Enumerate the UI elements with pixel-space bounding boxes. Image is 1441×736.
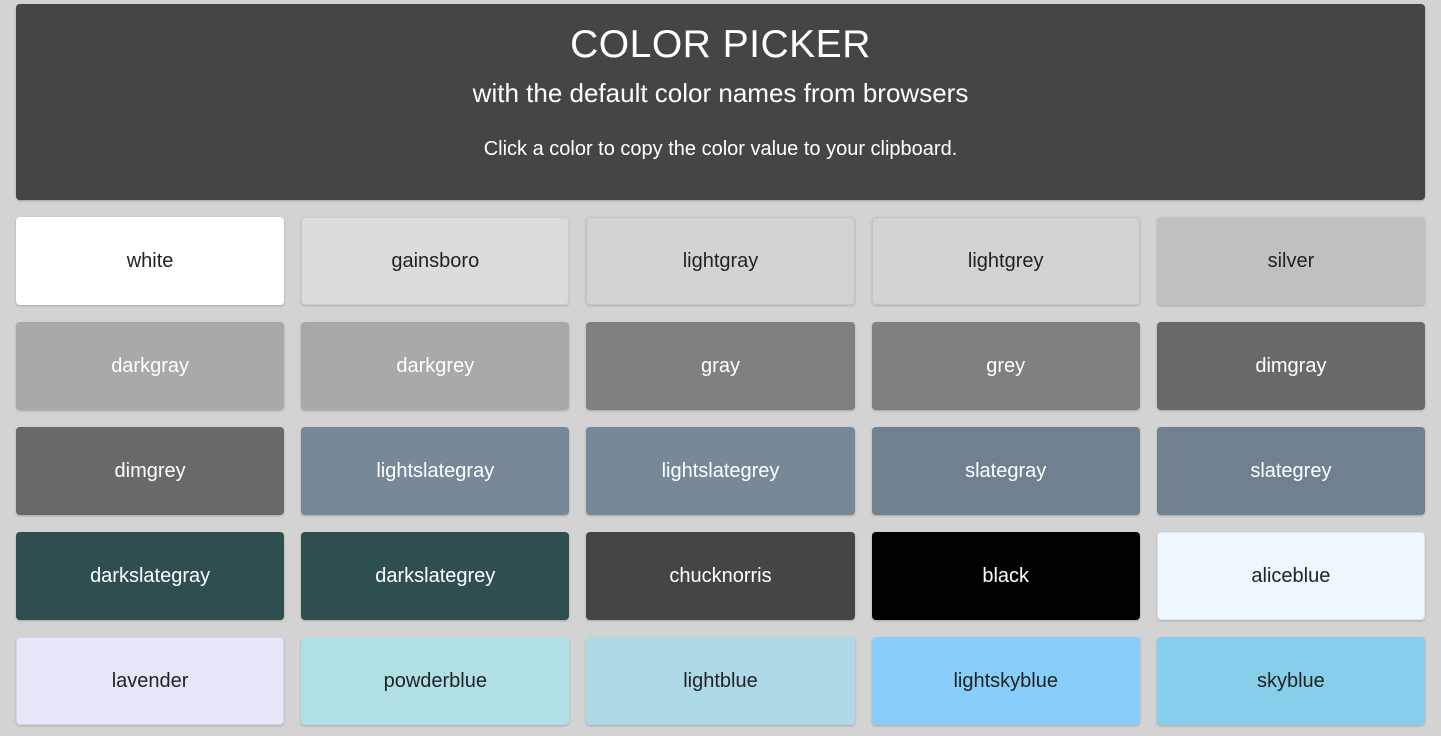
color-swatch-grid: white gainsboro lightgray lightgrey silver da… [16, 217, 1425, 725]
color-swatch[interactable]: chucknorris [586, 532, 855, 620]
color-swatch-label: powderblue [383, 670, 487, 692]
color-swatch[interactable]: dimgray [1156, 322, 1425, 410]
color-swatch-label: slategray [965, 460, 1047, 482]
color-swatch[interactable]: slategrey [1156, 427, 1425, 515]
color-swatch[interactable]: black [871, 532, 1140, 620]
color-swatch-label: lightskyblue [953, 670, 1058, 692]
color-swatch-label: silver [1267, 250, 1315, 272]
color-swatch[interactable]: lightslategrey [586, 427, 855, 515]
color-swatch-label: lightslategrey [661, 460, 780, 482]
color-swatch-label: gainsboro [391, 250, 480, 272]
color-swatch[interactable]: powderblue [301, 637, 570, 725]
instruction-text: Click a color to copy the color value to… [483, 137, 958, 160]
color-swatch[interactable]: lightblue [586, 637, 855, 725]
page-subtitle: with the default color names from browse… [472, 77, 969, 108]
color-swatch-label: darkslategrey [375, 565, 496, 587]
color-swatch[interactable]: skyblue [1156, 637, 1425, 725]
color-swatch-label: slategrey [1250, 460, 1332, 482]
color-swatch-label: darkgrey [396, 355, 475, 377]
color-swatch[interactable]: lightgrey [871, 217, 1140, 305]
color-swatch-label: lightslategray [376, 460, 495, 482]
color-swatch-label: grey [986, 355, 1026, 377]
color-swatch-label: dimgrey [114, 460, 186, 482]
color-swatch[interactable]: grey [871, 322, 1140, 410]
color-swatch[interactable]: lightslategray [301, 427, 570, 515]
color-swatch[interactable]: slategray [871, 427, 1140, 515]
color-swatch[interactable]: lavender [16, 637, 285, 725]
color-swatch-label: darkslategray [90, 565, 211, 587]
color-swatch-label: lavender [111, 670, 189, 692]
color-swatch-label: white [126, 250, 174, 272]
color-swatch-label: gray [701, 355, 740, 377]
color-swatch-label: lightgrey [967, 250, 1044, 272]
color-swatch[interactable]: lightgray [586, 217, 855, 305]
color-swatch-label: black [982, 565, 1030, 587]
color-swatch[interactable]: aliceblue [1156, 532, 1425, 620]
color-picker-app: COLOR PICKER with the default color name… [0, 0, 1441, 736]
color-swatch[interactable]: gray [586, 322, 855, 410]
color-swatch[interactable]: darkgrey [301, 322, 570, 410]
color-swatch[interactable]: gainsboro [301, 217, 570, 305]
color-swatch[interactable]: white [16, 217, 285, 305]
color-swatch-label: lightblue [683, 670, 758, 692]
color-swatch[interactable]: darkgray [16, 322, 285, 410]
color-swatch[interactable]: lightskyblue [871, 637, 1140, 725]
color-swatch-label: aliceblue [1251, 565, 1331, 587]
color-swatch-label: darkgray [111, 355, 189, 377]
page-header: COLOR PICKER with the default color name… [16, 4, 1425, 200]
color-swatch-label: skyblue [1256, 670, 1325, 692]
color-swatch[interactable]: darkslategray [16, 532, 285, 620]
color-swatch-label: dimgray [1255, 355, 1327, 377]
color-swatch[interactable]: silver [1156, 217, 1425, 305]
page-title: COLOR PICKER [570, 23, 871, 66]
color-swatch-label: chucknorris [669, 565, 772, 587]
color-swatch[interactable]: dimgrey [16, 427, 285, 515]
color-swatch-label: lightgray [682, 250, 759, 272]
color-swatch[interactable]: darkslategrey [301, 532, 570, 620]
